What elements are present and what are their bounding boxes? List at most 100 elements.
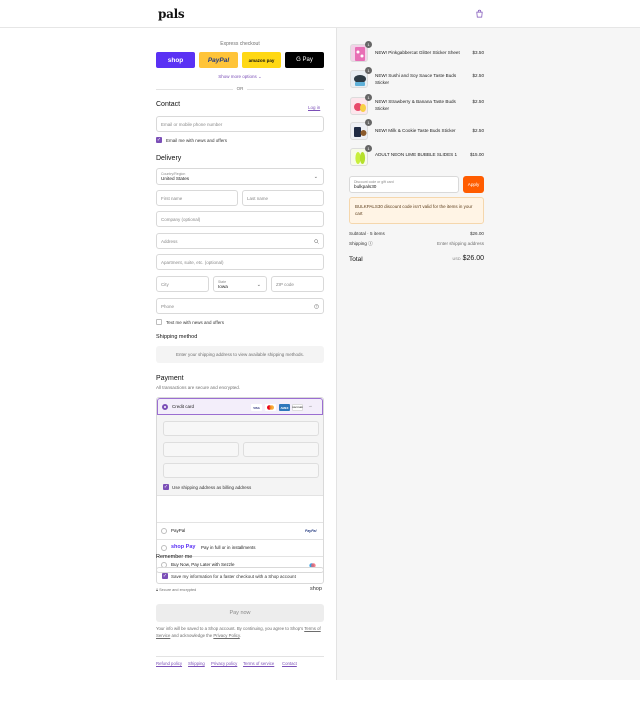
- phone-field[interactable]: Phone ?: [156, 298, 324, 314]
- header: pals: [0, 0, 640, 28]
- payment-heading: Payment: [156, 375, 184, 382]
- pay-now-button[interactable]: Pay now: [156, 604, 324, 622]
- amazon-pay-button[interactable]: amazon pay: [242, 52, 281, 68]
- login-link[interactable]: Log in: [308, 105, 320, 110]
- discover-icon: DISCOVER: [292, 404, 303, 411]
- quantity-badge: 1: [365, 119, 372, 126]
- discount-value: bulkpals30: [354, 184, 377, 189]
- text-offers-label: Text me with news and offers: [166, 320, 224, 325]
- footer-divider: [156, 656, 324, 657]
- shop-pay-radio[interactable]: [161, 545, 167, 551]
- chevron-down-icon: ⌄: [313, 174, 318, 180]
- zip-field[interactable]: ZIP code: [271, 276, 324, 292]
- save-info-checkbox[interactable]: ✓: [162, 573, 168, 579]
- shipping-method-heading: Shipping method: [156, 334, 198, 340]
- show-more-options-link[interactable]: Show more options ⌄: [156, 74, 324, 80]
- item-name: NEW! Milk & Cookie Taste Buds Sticker: [375, 128, 456, 133]
- item-price: $3.50: [472, 50, 485, 55]
- apply-discount-button[interactable]: Apply: [463, 176, 484, 193]
- billing-same-label: Use shipping address as billing address: [172, 485, 252, 490]
- expiration-field[interactable]: [163, 442, 239, 457]
- terms-of-service-link[interactable]: Terms of service: [243, 661, 274, 666]
- discount-code-field[interactable]: Discount code or gift card bulkpals30: [349, 176, 459, 193]
- page-bottom: [0, 680, 640, 707]
- credit-card-radio[interactable]: [162, 404, 168, 410]
- privacy-policy-link[interactable]: Privacy policy: [211, 661, 237, 666]
- state-select[interactable]: State Iowa ⌄: [213, 276, 267, 292]
- total-value: USD $26.00: [414, 255, 484, 262]
- shipping-method-note: Enter your shipping address to view avai…: [156, 346, 324, 363]
- country-select[interactable]: Country/Region United States ⌄: [156, 168, 324, 185]
- quantity-badge: 1: [365, 67, 372, 74]
- chevron-down-icon: ⌄: [256, 282, 261, 288]
- subtotal-value: $26.00: [469, 231, 484, 236]
- payment-subtitle: All transactions are secure and encrypte…: [156, 385, 241, 390]
- item-price: $2.50: [472, 73, 485, 78]
- shop-pay-label: Pay in full or in installments: [201, 545, 256, 550]
- visa-icon: VISA: [251, 404, 262, 411]
- item-price: $2.50: [472, 128, 485, 133]
- item-price: $2.50: [472, 99, 485, 104]
- address-placeholder: Address: [161, 238, 178, 244]
- shopping-bag-icon[interactable]: [475, 9, 484, 18]
- amex-icon: AMEX: [279, 404, 290, 411]
- company-field[interactable]: Company (optional): [156, 211, 324, 227]
- email-field[interactable]: Email or mobile phone number: [156, 116, 324, 132]
- secure-note: 🔒︎ Secure and encrypted: [156, 588, 196, 592]
- privacy-link[interactable]: Privacy Policy: [213, 633, 239, 638]
- city-placeholder: City: [161, 281, 169, 287]
- search-icon: [314, 239, 319, 244]
- info-icon[interactable]: ⓘ: [368, 241, 373, 246]
- address-field[interactable]: Address: [156, 233, 324, 249]
- zip-placeholder: ZIP code: [276, 281, 294, 287]
- refund-policy-link[interactable]: Refund policy: [156, 661, 182, 666]
- save-info-box: ✓ Save my information for a faster check…: [156, 567, 324, 584]
- paypal-button[interactable]: PayPal: [199, 52, 238, 68]
- contact-heading: Contact: [156, 101, 181, 108]
- name-on-card-field[interactable]: [163, 463, 319, 478]
- item-name: NEW! Strawberry & Banana Taste Buds Stic…: [375, 99, 456, 111]
- email-offers-label: Email me with news and offers: [166, 138, 227, 143]
- city-field[interactable]: City: [156, 276, 209, 292]
- country-value: United States: [161, 176, 190, 181]
- item-name: ADULT NEON LIME BUBBLE SLIDES 1: [375, 152, 458, 157]
- first-name-placeholder: First name: [161, 195, 183, 201]
- help-icon[interactable]: ?: [314, 304, 319, 309]
- email-placeholder: Email or mobile phone number: [161, 121, 223, 127]
- billing-same-checkbox[interactable]: ✓: [163, 484, 169, 490]
- chevron-down-icon: ⌄: [258, 74, 262, 79]
- credit-card-option[interactable]: Credit card VISA AMEX DISCOVER →: [157, 398, 323, 415]
- lock-icon: 🔒︎: [156, 588, 159, 592]
- discount-warning: BULKPALS30 discount code isn't valid for…: [349, 197, 484, 224]
- legal-text: Your info will be saved to a Shop accoun…: [156, 626, 324, 639]
- express-checkout-label: Express checkout: [220, 41, 260, 47]
- contact-link[interactable]: Contact: [282, 661, 297, 666]
- shop-pay-button[interactable]: shop: [156, 52, 195, 68]
- security-code-field[interactable]: [243, 442, 319, 457]
- apartment-field[interactable]: Apartment, suite, etc. (optional): [156, 254, 324, 270]
- legal-prefix: Your info will be saved to a Shop accoun…: [156, 626, 305, 631]
- first-name-field[interactable]: First name: [156, 190, 238, 206]
- credit-card-label: Credit card: [172, 404, 195, 409]
- card-number-field[interactable]: [163, 421, 319, 436]
- order-summary: [336, 28, 640, 680]
- payment-methods: Credit card VISA AMEX DISCOVER → ✓ Use s…: [156, 397, 324, 573]
- total-label: Total: [349, 256, 363, 263]
- email-offers-checkbox[interactable]: ✓: [156, 137, 162, 143]
- text-offers-checkbox[interactable]: [156, 319, 162, 325]
- secure-label: Secure and encrypted: [159, 588, 197, 592]
- paypal-radio[interactable]: [161, 528, 167, 534]
- google-pay-button[interactable]: G Pay: [285, 52, 324, 68]
- item-name: NEW! Sushi and Soy Sauce Taste Buds Stic…: [375, 73, 457, 85]
- item-price: $15.00: [469, 152, 484, 157]
- paypal-option[interactable]: PayPal PayPal: [157, 522, 323, 539]
- shipping-label: Shipping ⓘ: [349, 241, 373, 247]
- brand-logo[interactable]: pals: [158, 7, 185, 21]
- legal-suffix: .: [239, 632, 241, 638]
- svg-text:?: ?: [316, 305, 318, 309]
- paypal-logo: PayPal: [305, 529, 317, 533]
- quantity-badge: 1: [365, 41, 372, 48]
- last-name-field[interactable]: Last name: [242, 190, 324, 206]
- shipping-policy-link[interactable]: Shipping: [188, 661, 205, 666]
- item-name: NEW! Pinkgabbercat Glitter Sticker Sheet: [375, 50, 460, 55]
